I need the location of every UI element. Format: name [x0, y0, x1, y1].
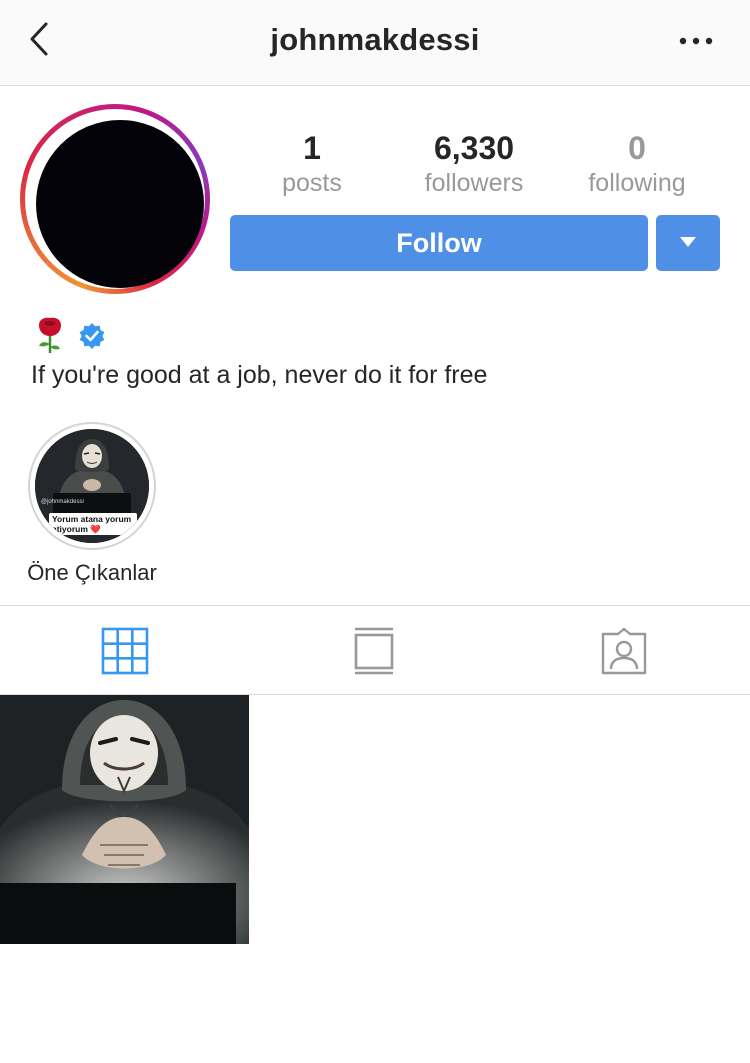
followers-label: followers — [424, 169, 524, 197]
highlight-caption: Yorum atana yorum atiyorum ❤️ — [49, 513, 137, 535]
post-thumbnail[interactable] — [0, 695, 249, 944]
posts-count: 1 — [303, 130, 321, 166]
story-ring[interactable] — [20, 104, 210, 294]
rose-icon — [39, 317, 61, 353]
following-count: 0 — [628, 130, 646, 166]
suggestions-dropdown-button[interactable] — [656, 215, 720, 271]
follow-button[interactable]: Follow — [230, 215, 648, 271]
stat-followers[interactable]: 6,330 followers — [404, 128, 544, 198]
masked-figure-image — [0, 695, 249, 944]
stat-posts[interactable]: 1 posts — [252, 128, 372, 198]
tab-feed[interactable] — [349, 626, 399, 676]
grid-icon — [101, 627, 149, 675]
caret-down-icon — [680, 237, 696, 247]
avatar — [36, 120, 204, 288]
page-title: johnmakdessi — [270, 22, 480, 57]
tab-grid[interactable] — [100, 626, 150, 676]
story-highlight[interactable]: @johnmakdessi Yorum atana yorum atiyorum… — [28, 422, 156, 550]
following-label: following — [588, 169, 686, 197]
profile-tab-bar — [0, 605, 750, 695]
verified-badge-icon — [79, 323, 105, 349]
stat-following[interactable]: 0 following — [572, 128, 702, 198]
highlight-label[interactable]: Öne Çıkanlar — [0, 560, 184, 586]
more-options-button[interactable] — [678, 30, 714, 52]
top-bar: johnmakdessi — [0, 0, 750, 86]
highlight-username: @johnmakdessi — [41, 499, 84, 505]
followers-count: 6,330 — [433, 130, 515, 166]
highlight-thumbnail: @johnmakdessi Yorum atana yorum atiyorum… — [35, 429, 149, 543]
posts-label: posts — [282, 169, 342, 197]
feed-icon — [354, 627, 394, 675]
tagged-icon — [601, 627, 647, 675]
ellipsis-icon — [679, 37, 713, 45]
tab-tagged[interactable] — [599, 626, 649, 676]
bio-text: If you're good at a job, never do it for… — [31, 361, 488, 389]
